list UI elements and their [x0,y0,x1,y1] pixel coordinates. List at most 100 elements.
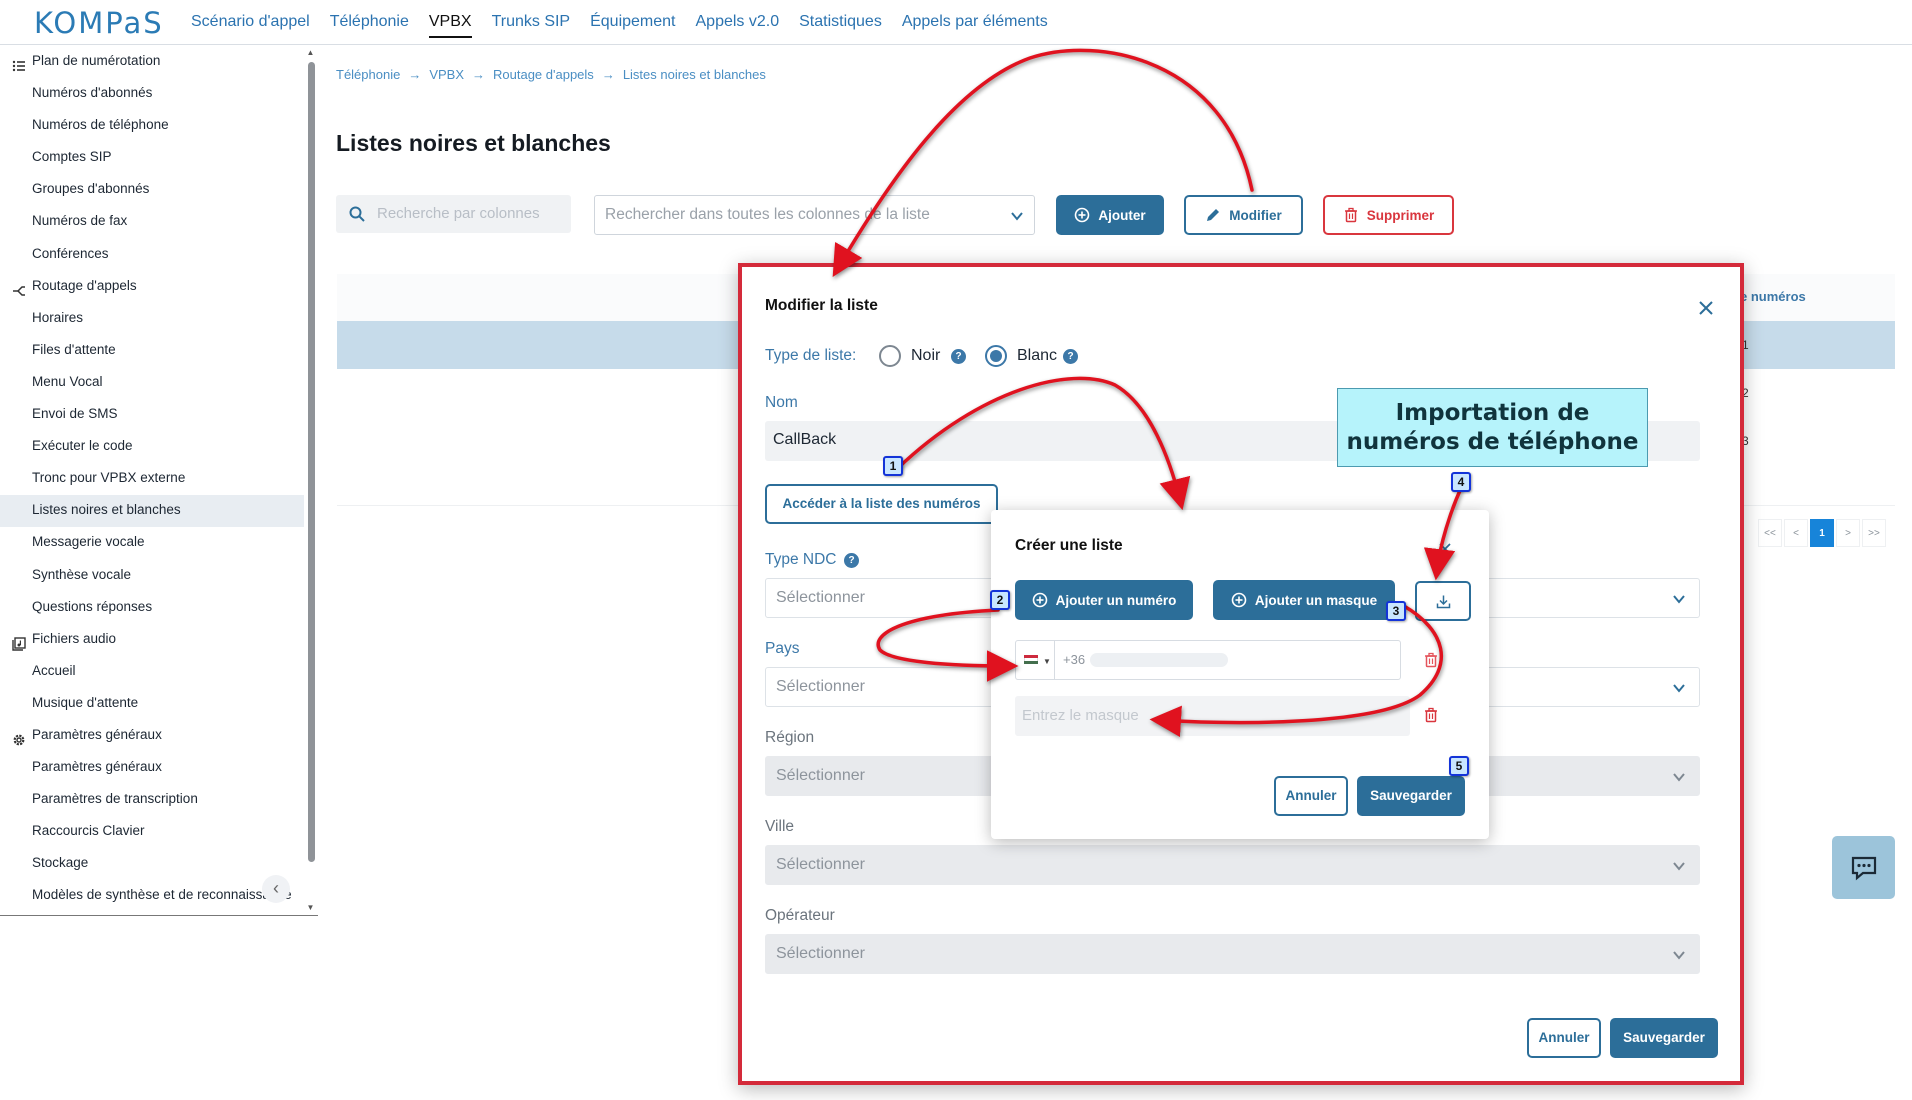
page-first-button[interactable]: << [1758,519,1782,547]
cancel-button[interactable]: Annuler [1527,1018,1601,1058]
sidebar-item-label: Musique d'attente [32,694,139,710]
page-prev-button[interactable]: < [1784,519,1808,547]
breadcrumb-item[interactable]: VPBX [429,67,464,82]
breadcrumb-item[interactable]: Routage d'appels [493,67,594,82]
save-button[interactable]: Sauvegarder [1357,776,1465,816]
cancel-button[interactable]: Annuler [1274,776,1348,816]
sidebar-item-horaires[interactable]: Horaires [0,303,304,335]
nav-telephonie[interactable]: Téléphonie [320,0,419,45]
sidebar-item-label: Exécuter le code [32,438,133,454]
country-flag-selector[interactable]: ▼ [1016,641,1055,679]
search-columns-input[interactable]: Recherche par colonnes [336,195,571,233]
nav-scenario[interactable]: Scénario d'appel [181,0,320,45]
chat-button[interactable] [1832,836,1895,899]
sidebar-item-groupes-d-abonnes[interactable]: Groupes d'abonnés [0,174,304,206]
close-icon[interactable] [1697,299,1715,317]
mask-input[interactable]: Entrez le masque [1015,696,1410,736]
help-icon[interactable]: ? [1063,349,1078,364]
sidebar-item-envoi-de-sms[interactable]: Envoi de SMS [0,399,304,431]
operator-select[interactable]: Sélectionner [765,934,1700,974]
collapse-sidebar-icon[interactable]: ‹ [262,875,290,903]
sidebar-item-conferences[interactable]: Conférences [0,239,304,271]
sidebar-item-label: Envoi de SMS [32,406,118,422]
download-icon [1436,595,1451,609]
sidebar-scrollbar[interactable]: ▲ ▼ [306,48,315,912]
sidebar-item-messagerie-vocale[interactable]: Messagerie vocale [0,527,304,559]
plus-circle-icon [1032,592,1047,608]
help-icon[interactable]: ? [844,553,859,568]
column-header-numbers[interactable]: e numéros [1740,289,1806,304]
scrollbar-thumb[interactable] [308,62,315,862]
nav-trunks-sip[interactable]: Trunks SIP [482,0,581,45]
sidebar-item-parametres-de-transcription[interactable]: Paramètres de transcription [0,784,304,816]
add-button[interactable]: Ajouter [1056,195,1164,235]
sidebar-item-modeles-de-synthese-et-de-reconnaissance[interactable]: Modèles de synthèse et de reconnaissance [0,880,304,912]
radio-white[interactable] [985,345,1007,367]
page-next-button[interactable]: > [1836,519,1860,547]
add-button-label: Ajouter [1098,207,1146,223]
add-mask-label: Ajouter un masque [1254,592,1378,608]
city-select[interactable]: Sélectionner [765,845,1700,885]
ndc-type-label: Type NDC [765,551,837,568]
import-numbers-button[interactable] [1415,581,1471,621]
nav-vpbx[interactable]: VPBX [419,0,482,45]
trash-icon[interactable] [1423,707,1439,723]
sidebar-item-parametres-generaux[interactable]: Paramètres généraux [0,752,304,784]
logo[interactable]: KOMPaS [34,6,164,40]
sidebar-section-routage-d-appels[interactable]: Routage d'appels [0,271,304,303]
sidebar-item-label: Menu Vocal [32,373,103,389]
sidebar-item-comptes-sip[interactable]: Comptes SIP [0,142,304,174]
nav-equipement[interactable]: Équipement [580,0,685,45]
sidebar-item-stockage[interactable]: Stockage [0,848,304,880]
delete-button[interactable]: Supprimer [1323,195,1454,235]
country-label: Pays [765,640,800,657]
sidebar-section-fichiers-audio[interactable]: Fichiers audio [0,624,304,656]
step-marker: 2 [990,590,1010,610]
nav-statistiques[interactable]: Statistiques [789,0,892,45]
save-button[interactable]: Sauvegarder [1610,1018,1718,1058]
arrow-right-icon: → [408,67,422,82]
sidebar-item-musique-d-attente[interactable]: Musique d'attente [0,688,304,720]
add-number-button[interactable]: Ajouter un numéro [1015,580,1193,620]
sidebar-item-executer-le-code[interactable]: Exécuter le code [0,431,304,463]
region-label: Région [765,729,815,746]
nav-appels-par-elements[interactable]: Appels par éléments [892,0,1058,45]
close-icon[interactable] [1438,542,1452,556]
page-current-button[interactable]: 1 [1810,519,1834,547]
sidebar-item-label: Modèles de synthèse et de reconnaissance [32,887,292,903]
gear-icon [12,728,26,746]
sidebar-item-accueil[interactable]: Accueil [0,656,304,688]
sidebar-section-plan-de-numerotation[interactable]: Plan de numérotation [0,46,304,78]
help-icon[interactable]: ? [951,349,966,364]
scroll-up-icon[interactable]: ▲ [306,48,315,57]
arrow-edit-to-modal [832,48,1254,278]
sidebar-item-numeros-de-fax[interactable]: Numéros de fax [0,206,304,238]
sidebar-item-numeros-de-telephone[interactable]: Numéros de téléphone [0,110,304,142]
search-all-columns-select[interactable]: Rechercher dans toutes les colonnes de l… [594,195,1035,235]
breadcrumb-item[interactable]: Téléphonie [336,67,400,82]
scroll-down-icon[interactable]: ▼ [306,903,315,912]
sidebar-item-label: Stockage [32,855,89,871]
add-mask-button[interactable]: Ajouter un masque [1213,580,1395,620]
radio-black-label[interactable]: Noir [911,347,940,365]
page-last-button[interactable]: >> [1862,519,1886,547]
sidebar-item-questions-reponses[interactable]: Questions réponses [0,592,304,624]
sidebar-item-synthese-vocale[interactable]: Synthèse vocale [0,560,304,592]
access-numbers-button[interactable]: Accéder à la liste des numéros [765,484,998,524]
radio-black[interactable] [879,345,901,367]
sidebar-item-numeros-d-abonnes[interactable]: Numéros d'abonnés [0,78,304,110]
sidebar-item-label: Plan de numérotation [32,53,161,68]
radio-white-label[interactable]: Blanc [1017,347,1057,365]
trash-icon[interactable] [1423,652,1439,668]
chevron-down-icon [1673,684,1685,693]
sidebar-section-parametres-generaux[interactable]: Paramètres généraux [0,720,304,752]
sidebar-item-menu-vocal[interactable]: Menu Vocal [0,367,304,399]
edit-button[interactable]: Modifier [1184,195,1303,235]
sidebar-item-tronc-pour-vpbx-externe[interactable]: Tronc pour VPBX externe [0,463,304,495]
breadcrumb-item[interactable]: Listes noires et blanches [623,67,766,82]
phone-number-input[interactable]: ▼ +36 [1015,640,1401,680]
sidebar-item-raccourcis-clavier[interactable]: Raccourcis Clavier [0,816,304,848]
nav-appels-v2[interactable]: Appels v2.0 [686,0,790,45]
sidebar-item-files-d-attente[interactable]: Files d'attente [0,335,304,367]
sidebar-item-listes-noires-et-blanches[interactable]: Listes noires et blanches [0,495,304,528]
